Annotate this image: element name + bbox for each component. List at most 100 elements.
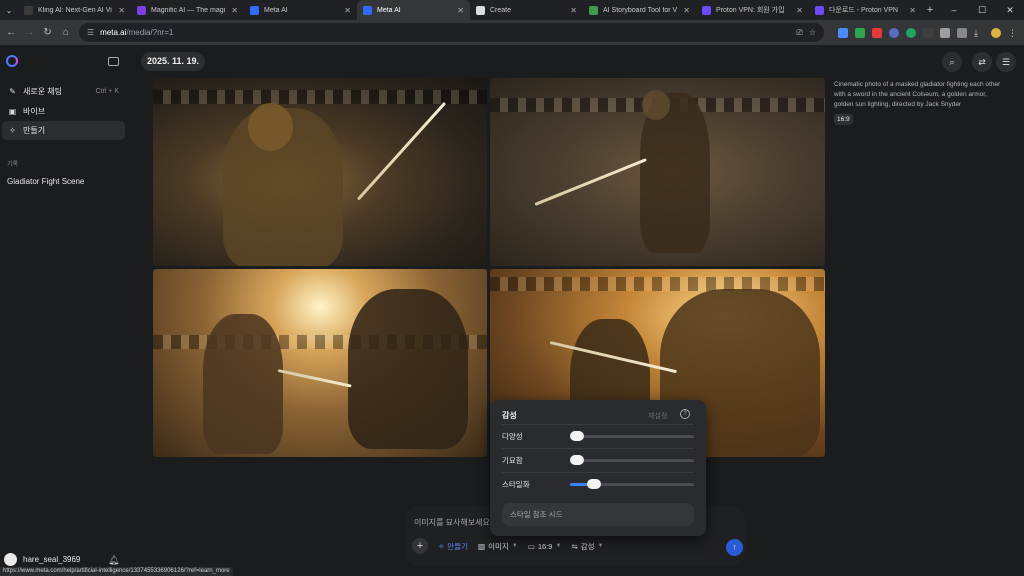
media-type-dropdown[interactable]: ▨ 이미지 ▼ bbox=[478, 541, 518, 552]
sidebar-item-label: 새로운 채팅 bbox=[23, 87, 63, 96]
home-icon[interactable]: ⌂ bbox=[61, 27, 71, 38]
url-input[interactable]: ☰ meta.ai/media/?nr=1 ⎚ ☆ bbox=[79, 23, 824, 42]
slider-label: 다양성 bbox=[502, 432, 523, 441]
extension-icon[interactable] bbox=[855, 27, 865, 38]
extension-icon[interactable] bbox=[872, 27, 882, 38]
wand-icon: ✧ bbox=[438, 541, 445, 551]
browser-tab[interactable]: Meta AI ✕ bbox=[244, 0, 357, 20]
slider-track[interactable] bbox=[570, 455, 694, 465]
close-tab-icon[interactable]: ✕ bbox=[344, 6, 351, 15]
generated-image[interactable] bbox=[153, 269, 487, 457]
composer-options: + ✧ 만들기 ▨ 이미지 ▼ ▭ 16:9 ▼ ⇋ 감성 ▼ bbox=[412, 538, 603, 554]
meta-ai-page: ✎ 새로운 채팅 Ctrl + K ▣ 바이브 ✧ 만들기 기록 Gladiat… bbox=[0, 45, 1024, 567]
chevron-down-icon: ▼ bbox=[511, 543, 518, 549]
bookmark-star-icon[interactable]: ☆ bbox=[809, 28, 816, 37]
edit-icon: ✎ bbox=[9, 87, 16, 96]
style-seed-input[interactable]: 스타일 참조 시드 bbox=[502, 503, 694, 526]
sidebar: ✎ 새로운 채팅 Ctrl + K ▣ 바이브 ✧ 만들기 기록 Gladiat… bbox=[0, 45, 132, 567]
close-tab-icon[interactable]: ✕ bbox=[796, 6, 803, 15]
status-bar-url: https://www.meta.com/help/artificial-int… bbox=[0, 567, 233, 576]
extension-icon[interactable] bbox=[923, 27, 933, 38]
close-tab-icon[interactable]: ✕ bbox=[118, 6, 125, 15]
slider-track[interactable] bbox=[570, 431, 694, 441]
style-popover: 감성 재설정 ? 다양성 기묘함 스타일화 스타일 참조 시드 bbox=[490, 400, 706, 536]
create-mode-button[interactable]: ✧ 만들기 bbox=[438, 541, 468, 552]
new-tab-button[interactable]: + bbox=[922, 4, 938, 16]
slider-knob[interactable] bbox=[570, 431, 584, 441]
url-path: /media/?nr=1 bbox=[126, 28, 174, 37]
browser-tab[interactable]: Meta AI ✕ bbox=[357, 0, 470, 20]
generated-image[interactable] bbox=[490, 78, 825, 266]
bell-icon[interactable]: 🔔︎ bbox=[108, 555, 119, 566]
generated-image[interactable] bbox=[153, 78, 487, 266]
history-item[interactable]: Gladiator Fight Scene bbox=[7, 177, 84, 186]
tab-title: Meta AI bbox=[377, 6, 401, 14]
browser-tab[interactable]: AI Storyboard Tool for V ✕ bbox=[583, 0, 696, 20]
tab-title: Kling AI: Next-Gen AI Vi bbox=[38, 6, 112, 14]
install-app-icon[interactable]: ⎚ bbox=[796, 28, 802, 38]
close-tab-icon[interactable]: ✕ bbox=[231, 6, 238, 15]
tab-search-icon[interactable]: ⌄ bbox=[0, 6, 18, 15]
sidebar-item-vibe[interactable]: ▣ 바이브 bbox=[2, 102, 125, 121]
browser-tab[interactable]: Kling AI: Next-Gen AI Vi ✕ bbox=[18, 0, 131, 20]
tab-favicon-icon bbox=[250, 5, 259, 15]
tab-favicon-icon bbox=[137, 5, 146, 15]
top-actions: ⌕ ⇄ ☰ bbox=[942, 52, 1016, 72]
tab-title: Proton VPN: 회원 가입 bbox=[716, 7, 785, 14]
list-view-icon[interactable]: ☰ bbox=[996, 52, 1016, 72]
create-mode-label: 만들기 bbox=[447, 541, 468, 551]
maximize-icon[interactable]: ☐ bbox=[968, 0, 996, 20]
slider-knob[interactable] bbox=[586, 479, 601, 489]
extension-icon[interactable] bbox=[838, 27, 848, 38]
search-icon[interactable]: ⌕ bbox=[942, 52, 962, 72]
slider-track[interactable] bbox=[570, 479, 694, 489]
meta-ai-logo-icon[interactable] bbox=[6, 55, 18, 67]
chevron-down-icon: ▼ bbox=[555, 543, 562, 549]
slider-weirdness: 기묘함 bbox=[502, 448, 694, 472]
browser-tab[interactable]: Create ✕ bbox=[470, 0, 583, 20]
extensions-bar: ⤓ ⋮ bbox=[838, 27, 1018, 38]
extension-icon[interactable] bbox=[889, 27, 899, 38]
close-tab-icon[interactable]: ✕ bbox=[683, 6, 690, 15]
send-button[interactable]: ↑ bbox=[726, 539, 743, 556]
extension-icon[interactable] bbox=[940, 27, 950, 38]
close-tab-icon[interactable]: ✕ bbox=[457, 6, 464, 15]
prompt-text: Cinematic photo of a masked gladiator fi… bbox=[834, 81, 1001, 108]
close-tab-icon[interactable]: ✕ bbox=[570, 6, 577, 15]
back-icon[interactable]: ← bbox=[6, 27, 16, 38]
sidebar-item-label: 바이브 bbox=[23, 107, 46, 116]
reset-button[interactable]: 재설정 bbox=[648, 411, 667, 421]
filter-icon[interactable]: ⇄ bbox=[972, 52, 992, 72]
generated-image-grid bbox=[153, 78, 825, 458]
sidebar-item-new-chat[interactable]: ✎ 새로운 채팅 Ctrl + K bbox=[2, 82, 125, 101]
ratio-badge: 16:9 bbox=[834, 114, 853, 125]
close-tab-icon[interactable]: ✕ bbox=[909, 6, 916, 15]
browser-tab[interactable]: 다운로드 - Proton VPN ✕ bbox=[809, 0, 922, 20]
help-icon[interactable]: ? bbox=[680, 409, 690, 419]
sidebar-toggle-icon[interactable] bbox=[108, 57, 119, 66]
aspect-ratio-dropdown[interactable]: ▭ 16:9 ▼ bbox=[528, 542, 562, 551]
slider-diversity: 다양성 bbox=[502, 424, 694, 448]
browser-tab[interactable]: Proton VPN: 회원 가입 ✕ bbox=[696, 0, 809, 20]
style-dropdown[interactable]: ⇋ 감성 ▼ bbox=[571, 541, 603, 552]
forward-icon[interactable]: → bbox=[24, 27, 34, 38]
puzzle-icon[interactable] bbox=[957, 27, 967, 38]
minimize-icon[interactable]: – bbox=[940, 0, 968, 20]
image-icon: ▨ bbox=[478, 541, 486, 551]
slider-knob[interactable] bbox=[570, 455, 584, 465]
user-profile[interactable]: hare_seal_3969 bbox=[4, 553, 80, 566]
address-bar: ← → ↻ ⌂ ☰ meta.ai/media/?nr=1 ⎚ ☆ ⤓ ⋮ bbox=[0, 20, 1024, 45]
attach-button[interactable]: + bbox=[412, 538, 428, 554]
tab-favicon-icon bbox=[476, 5, 485, 15]
extension-icon[interactable] bbox=[906, 27, 916, 38]
sidebar-item-create[interactable]: ✧ 만들기 bbox=[2, 121, 125, 140]
download-icon[interactable]: ⤓ bbox=[974, 28, 984, 38]
close-window-icon[interactable]: ✕ bbox=[996, 0, 1024, 20]
tab-title: 다운로드 - Proton VPN bbox=[829, 7, 898, 14]
reload-icon[interactable]: ↻ bbox=[43, 27, 53, 38]
site-info-icon[interactable]: ☰ bbox=[87, 28, 94, 37]
prompt-input[interactable]: 이미지를 묘사해보세요 bbox=[414, 517, 490, 528]
browser-tab[interactable]: Magnific AI — The magi ✕ bbox=[131, 0, 244, 20]
menu-dots-icon[interactable]: ⋮ bbox=[1008, 28, 1018, 38]
profile-avatar[interactable] bbox=[991, 27, 1001, 38]
